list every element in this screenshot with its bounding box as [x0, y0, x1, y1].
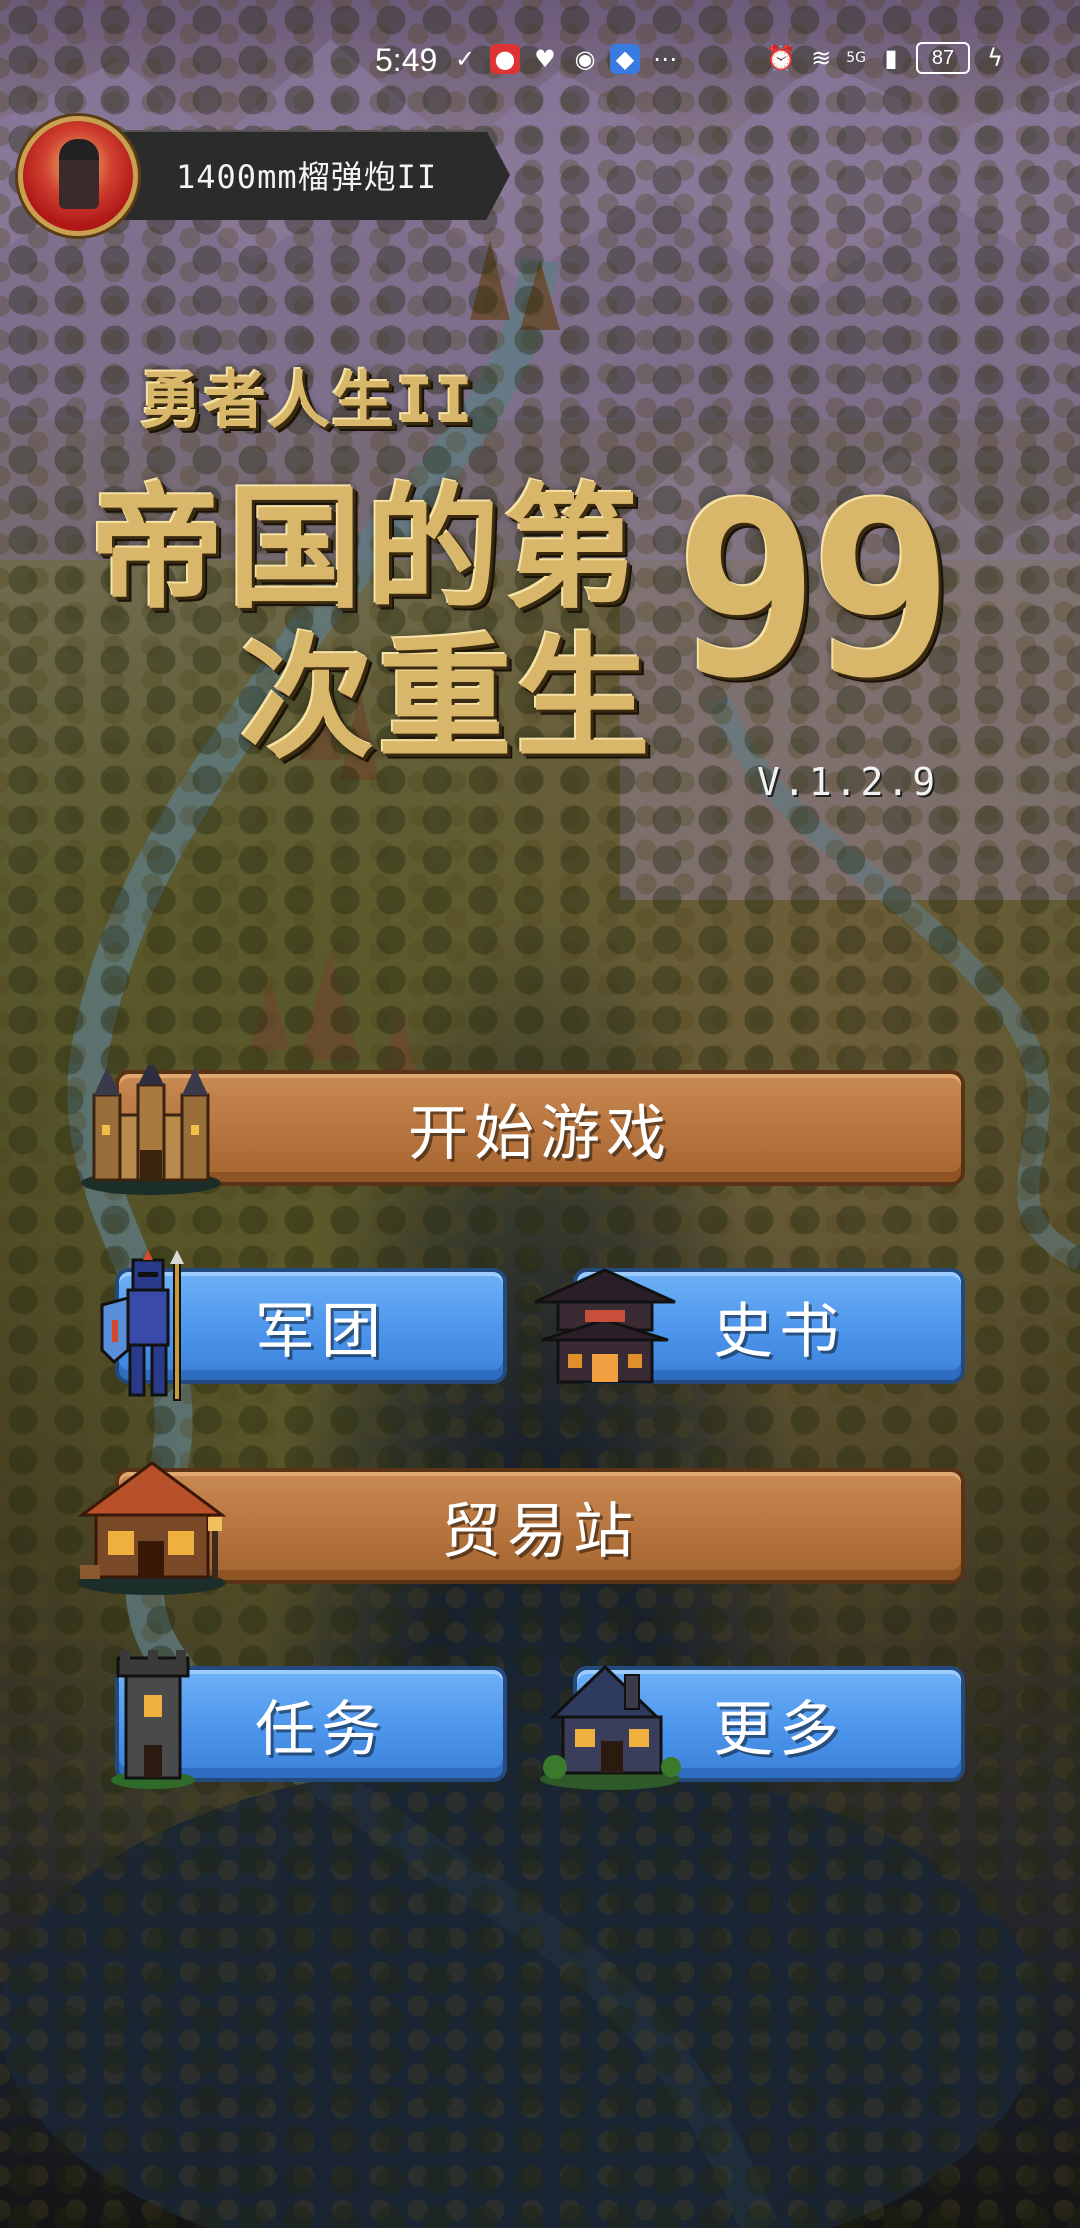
house-icon: [540, 1664, 681, 1790]
trading-post-label: 贸易站: [441, 1496, 639, 1567]
status-bar: 5:49 ✓ ● ♥ ◉ ◆ ⋯ ⏰ ≋ 5G ▮ 87 ϟ: [0, 0, 1080, 120]
history-label: 史书: [713, 1296, 845, 1367]
tower-icon: [111, 1650, 195, 1789]
app-notification-icon: ✓: [454, 45, 476, 73]
trading-post-icon: [77, 1461, 227, 1595]
more-icon: ⋯: [653, 45, 677, 73]
pagoda-icon: [534, 1268, 676, 1384]
notification-icons: ✓ ● ♥ ◉ ◆ ⋯: [450, 44, 680, 74]
system-icons: ⏰ ≋ 5G ▮ 87 ϟ: [766, 42, 1010, 74]
game-title-line2: 次重生: [240, 621, 655, 777]
game-subtitle: 勇者人生II: [140, 364, 475, 437]
alarm-icon: ⏰: [766, 44, 797, 72]
player-name-plate: 1400mm榴弹炮II: [110, 130, 510, 220]
charging-icon: ϟ: [987, 44, 1003, 72]
app-badge-icon: ●: [490, 44, 520, 74]
tasks-label: 任务: [255, 1694, 387, 1765]
game-title-number: 99: [675, 450, 954, 730]
network-type: 5G: [846, 50, 866, 66]
trading-post-button[interactable]: 贸易站: [115, 1468, 965, 1584]
version-label: V.1.2.9: [757, 760, 939, 804]
game-main-menu: 5:49 ✓ ● ♥ ◉ ◆ ⋯ ⏰ ≋ 5G ▮ 87 ϟ 1400mm榴弹炮…: [0, 0, 1080, 2228]
battery-level: 87: [916, 42, 970, 74]
player-name: 1400mm榴弹炮II: [176, 158, 438, 196]
status-time: 5:49: [375, 42, 438, 78]
avatar[interactable]: [18, 116, 138, 236]
game-title: 勇者人生II 帝国的第 次重生 99 V.1.2.9: [90, 350, 1010, 804]
start-game-button[interactable]: 开始游戏: [115, 1070, 965, 1186]
more-label: 更多: [713, 1694, 845, 1765]
knight-icon: [100, 1250, 184, 1401]
castle-icon: [81, 1065, 221, 1195]
start-game-label: 开始游戏: [408, 1098, 672, 1169]
legion-label: 军团: [255, 1296, 387, 1367]
player-profile[interactable]: 1400mm榴弹炮II: [10, 116, 530, 236]
avatar-figure-icon: [59, 139, 99, 209]
wechat-icon: ◉: [574, 45, 596, 73]
app-icon: ◆: [610, 44, 640, 74]
heart-icon: ♥: [534, 45, 556, 73]
signal-icon: ▮: [884, 44, 898, 72]
wifi-icon: ≋: [811, 44, 832, 72]
